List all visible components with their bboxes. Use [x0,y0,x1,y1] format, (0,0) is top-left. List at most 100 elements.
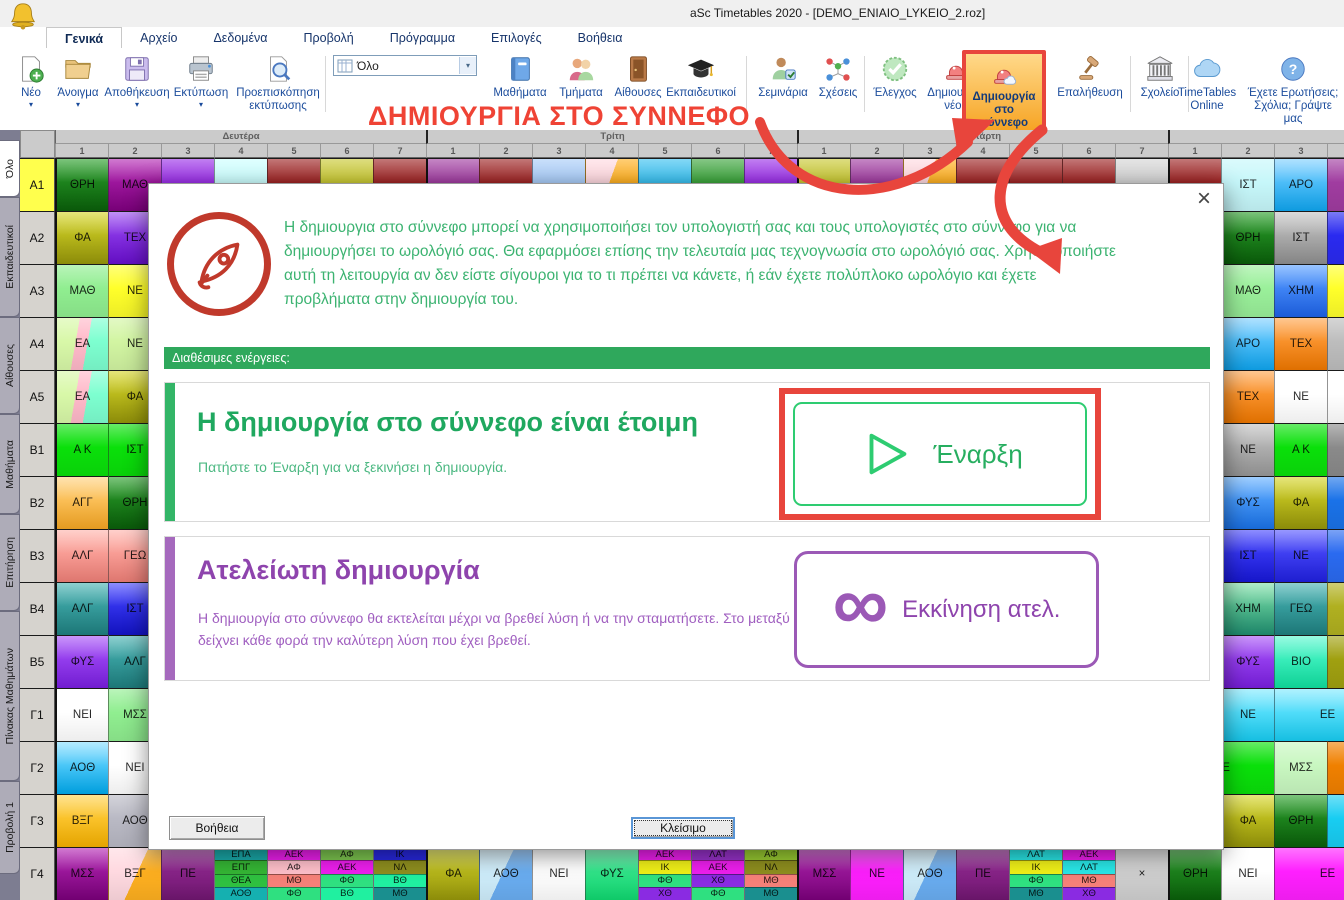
timetable-cell[interactable]: ΦΥΣ [55,635,108,688]
lesson-cell[interactable]: ΒΘ [321,887,373,900]
lesson-cell[interactable]: ΜΘ [1010,887,1062,900]
timetable-cell[interactable]: ΝΕΙ [55,688,108,741]
side-tab-Πίνακας Μαθημάτων[interactable]: Πίνακας Μαθημάτων [0,611,20,781]
check-button[interactable]: Έλεγχος [868,50,922,100]
side-tab-Όλο[interactable]: Όλο [0,140,20,197]
lesson-stack[interactable]: ΑΕΚΛΑΤΜΘΧΘ [1062,847,1115,900]
timetable-cell[interactable]: ΝΕ [1221,423,1274,476]
timetable-cell[interactable] [1327,582,1344,635]
app-bell-icon[interactable] [8,1,38,27]
side-tab-Εκπαιδευτικοί[interactable]: Εκπαιδευτικοί [0,197,20,317]
lesson-cell[interactable]: ΑΕΚ [692,860,744,873]
timetable-cell[interactable] [1327,423,1344,476]
timetable-cell[interactable] [1327,635,1344,688]
questions-button[interactable]: ? Έχετε Ερωτήσεις; Σχόλια; Γράψτε μας [1244,50,1342,126]
lesson-cell[interactable]: ΧΘ [1063,887,1115,900]
timetable-cell[interactable]: ΘΡΗ [1274,794,1327,847]
timetable-cell[interactable]: ΜΣΣ [797,847,850,900]
teachers-button[interactable]: Εκπαιδευτικοί [660,50,742,100]
timetable-cell[interactable]: ΦΑ [1274,476,1327,529]
timetable-cell[interactable]: ΒΙΟ [1274,635,1327,688]
generate-cloud-button[interactable]: Δημιουργία στο σύννεφο [962,50,1046,136]
lesson-cell[interactable]: ΜΘ [745,874,797,887]
start-button[interactable]: Έναρξη [793,402,1087,506]
lesson-cell[interactable]: ΦΘ [1010,874,1062,887]
row-label-Γ1[interactable]: Γ1 [20,688,55,741]
timetable-cell[interactable]: ΦΑ [55,211,108,264]
lesson-cell[interactable]: ΝΛ [374,860,426,873]
lesson-cell[interactable]: ΝΛ [745,860,797,873]
row-label-A1[interactable]: A1 [20,158,55,211]
timetables-online-button[interactable]: TimeTables Online [1172,50,1242,113]
timetable-cell[interactable] [1327,476,1344,529]
timetable-cell[interactable]: ΑΟΘ [55,741,108,794]
timetable-cell[interactable]: Α Κ [55,423,108,476]
timetable-cell[interactable]: ΒΞΓ [108,847,161,900]
timetable-cell[interactable] [1327,264,1344,317]
timetable-cell[interactable]: ΠΕ [161,847,214,900]
timetable-cell[interactable]: ΦΑ [426,847,479,900]
lesson-cell[interactable]: ΦΘ [268,887,320,900]
lesson-cell[interactable]: ΧΘ [692,874,744,887]
timetable-cell[interactable] [1327,211,1344,264]
lesson-stack[interactable]: ΛΑΤΙΚΦΘΜΘ [1009,847,1062,900]
row-label-B1[interactable]: B1 [20,423,55,476]
timetable-cell[interactable]: ΜΑΘ [1221,264,1274,317]
row-label-B2[interactable]: B2 [20,476,55,529]
timetable-cell[interactable]: ΧΗΜ [1274,264,1327,317]
row-label-Γ2[interactable]: Γ2 [20,741,55,794]
timetable-cell[interactable]: ΓΕΩ [1274,582,1327,635]
menu-item-Πρόγραμμα[interactable]: Πρόγραμμα [372,27,473,48]
lesson-cell[interactable]: ΦΘ [639,874,691,887]
save-dropdown-arrow[interactable]: ▾ [135,101,139,109]
timetable-cell[interactable]: ΝΕ [1274,529,1327,582]
timetable-cell[interactable]: ΝΕ [1221,688,1274,741]
open-button[interactable]: Άνοιγμα ▾ [52,50,104,109]
rooms-button[interactable]: Αίθουσες [610,50,666,100]
subjects-button[interactable]: Μαθήματα [488,50,552,100]
timetable-cell[interactable]: ΑΟΘ [903,847,956,900]
timetable-cell[interactable]: ΙΣΤ [1221,158,1274,211]
lesson-stack[interactable]: ΑΦΑΕΚΦΘΒΘ [320,847,373,900]
timetable-cell[interactable]: ΘΡΗ [1221,211,1274,264]
timetable-cell[interactable]: ΜΑΘ [55,264,108,317]
lesson-cell[interactable]: ΜΘ [374,887,426,900]
side-tab-Προβολή 1[interactable]: Προβολή 1 [0,781,20,874]
timetable-cell[interactable]: ΤΕΧ [1274,317,1327,370]
relations-button[interactable]: Σχέσεις [814,50,862,100]
menu-item-Επιλογές[interactable]: Επιλογές [473,27,560,48]
lesson-cell[interactable]: ΧΘ [639,887,691,900]
timetable-cell[interactable]: ΑΓΓ [55,476,108,529]
timetable-cell[interactable]: ΕΑ [55,317,108,370]
timetable-cell[interactable]: ΝΕΙ [532,847,585,900]
menu-item-Γενικά[interactable]: Γενικά [46,27,122,48]
timetable-cell[interactable] [1327,158,1344,211]
lesson-cell[interactable]: ΙΚ [1010,860,1062,873]
timetable-cell[interactable]: ΤΕΧ [1221,370,1274,423]
lesson-cell[interactable]: ΘΕΑ [215,874,267,887]
menu-item-Βοήθεια[interactable]: Βοήθεια [560,27,641,48]
lesson-cell[interactable]: ΑΟΘ [215,887,267,900]
timetable-cell[interactable]: ΒΞΓ [55,794,108,847]
lesson-cell[interactable]: ΑΕΚ [321,860,373,873]
timetable-cell[interactable]: ΠΕ [956,847,1009,900]
lesson-cell[interactable]: ΒΘ [374,874,426,887]
lesson-cell[interactable]: ΕΠΓ [215,860,267,873]
side-tab-Επιτήρηση[interactable]: Επιτήρηση [0,514,20,611]
timetable-cell[interactable]: ΧΗΜ [1221,582,1274,635]
row-label-A2[interactable]: A2 [20,211,55,264]
row-label-B4[interactable]: B4 [20,582,55,635]
menu-item-Αρχείο[interactable]: Αρχείο [122,27,195,48]
print-dropdown-arrow[interactable]: ▾ [199,101,203,109]
save-button[interactable]: Αποθήκευση ▾ [104,50,170,109]
lesson-cell[interactable]: ΜΘ [745,887,797,900]
timetable-cell[interactable]: ΙΣΤ [1274,211,1327,264]
lesson-cell[interactable]: ΦΘ [692,887,744,900]
row-label-A4[interactable]: A4 [20,317,55,370]
lesson-cell[interactable]: ΛΑΤ [1063,860,1115,873]
classes-button[interactable]: Τμήματα [552,50,610,100]
lesson-stack[interactable]: ΙΚΝΛΒΘΜΘ [373,847,426,900]
timetable-cell[interactable]: ΑΡΟ [1221,317,1274,370]
timetable-cell[interactable]: ΑΟΘ [479,847,532,900]
view-selector[interactable]: Όλο ▾ [333,55,477,76]
